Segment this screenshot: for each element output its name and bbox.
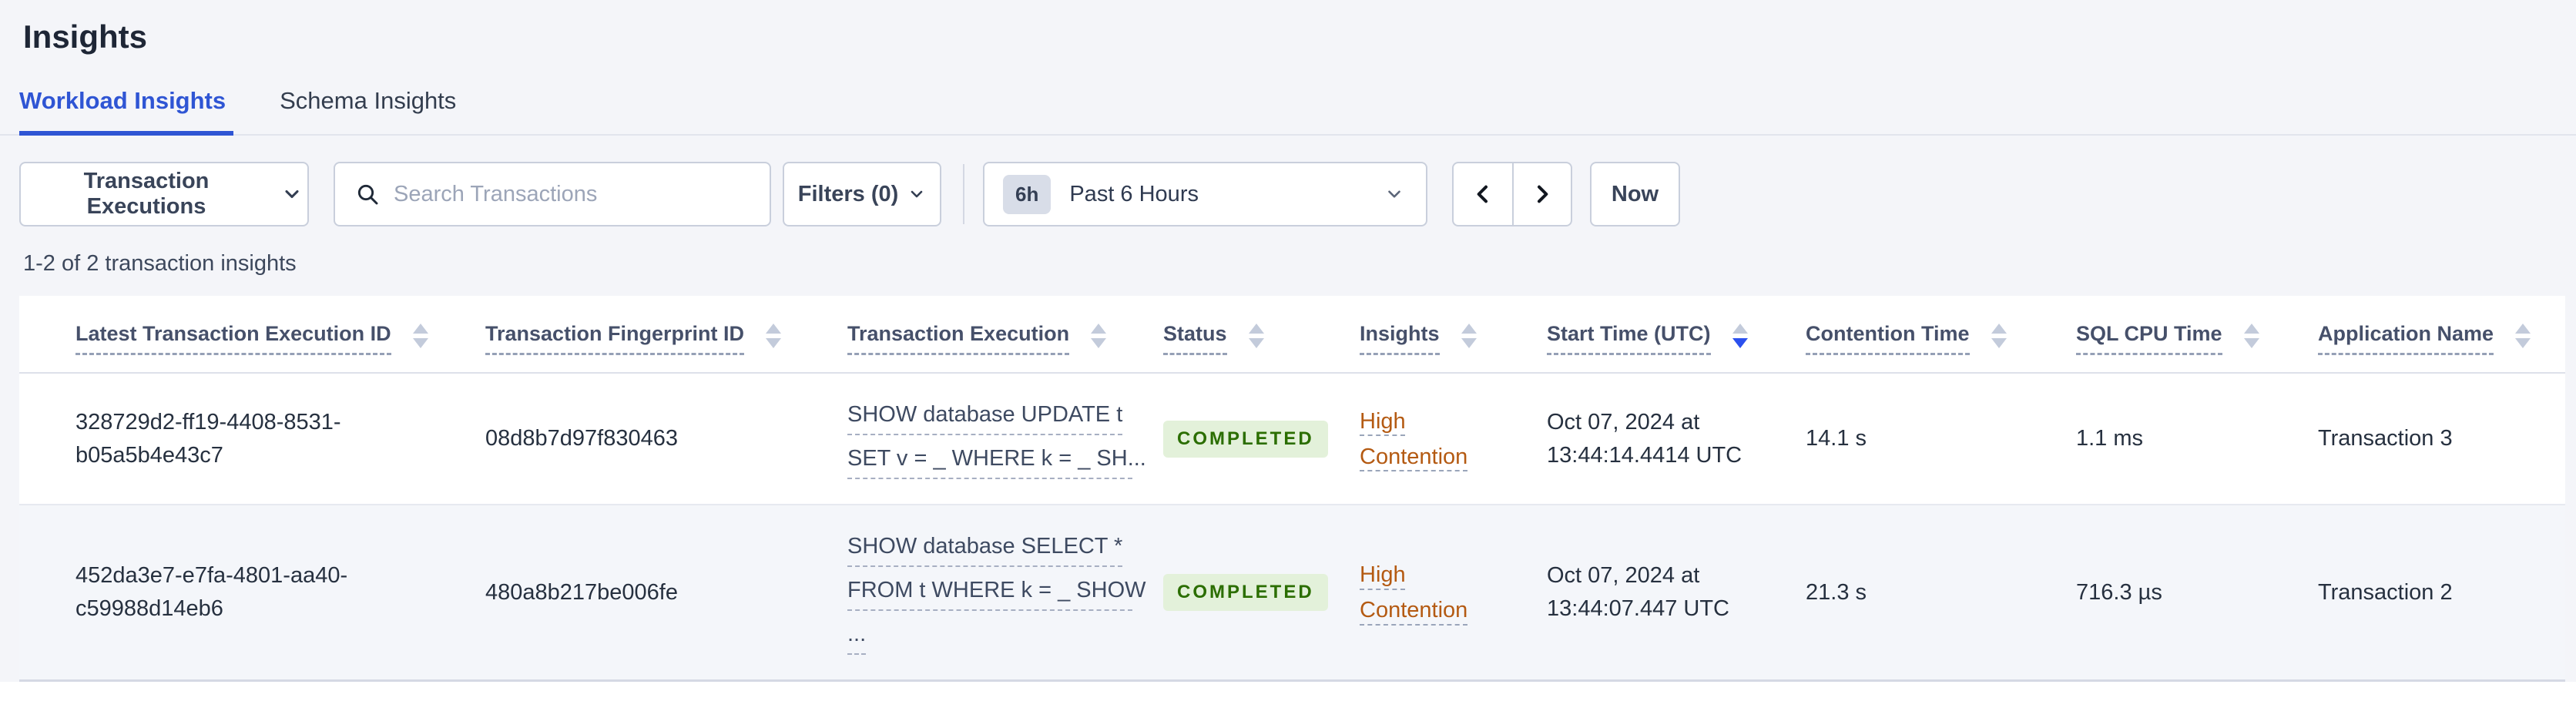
sort-icon — [1091, 323, 1107, 354]
bottom-strip — [0, 682, 2576, 728]
column-header-label[interactable]: Latest Transaction Execution ID — [75, 322, 391, 355]
cell-transaction-execution: SHOW database UPDATE t SET v = _ WHERE k… — [847, 373, 1163, 505]
cell-status: COMPLETED — [1163, 504, 1360, 682]
cell-transaction-execution: SHOW database SELECT * FROM t WHERE k = … — [847, 504, 1163, 682]
column-header-transaction-execution[interactable]: Transaction Execution — [847, 296, 1163, 374]
chevron-left-icon — [1471, 182, 1495, 206]
cell-application-name: Transaction 3 — [2318, 426, 2453, 451]
now-button[interactable]: Now — [1590, 162, 1680, 226]
column-header-start-time[interactable]: Start Time (UTC) — [1547, 296, 1806, 374]
table-row: 452da3e7-e7fa-4801-aa40-c59988d14eb6 480… — [19, 504, 2565, 682]
chevron-right-icon — [1530, 182, 1555, 206]
chevron-down-icon — [907, 185, 926, 203]
status-badge: COMPLETED — [1163, 420, 1328, 458]
cell-sql-cpu-time: 1.1 ms — [2076, 426, 2144, 451]
cell-contention-time: 14.1 s — [1806, 426, 1867, 451]
column-header-label[interactable]: Start Time (UTC) — [1547, 322, 1711, 355]
column-header-sql-cpu-time[interactable]: SQL CPU Time — [2076, 296, 2318, 374]
column-header-insights[interactable]: Insights — [1360, 296, 1547, 374]
column-header-label[interactable]: Insights — [1360, 322, 1440, 355]
column-header-label[interactable]: Transaction Execution — [847, 322, 1070, 355]
cell-fingerprint-id: 480a8b217be006fe — [485, 504, 847, 682]
chevron-down-icon — [281, 183, 303, 205]
sort-icon — [2515, 323, 2531, 354]
cell-application-name: Transaction 2 — [2318, 504, 2565, 682]
time-range-picker[interactable]: 6h Past 6 Hours — [983, 162, 1427, 226]
insight-link[interactable]: High Contention — [1360, 409, 1467, 469]
time-range-nav — [1452, 162, 1572, 226]
statement-link[interactable]: SHOW database SELECT * — [847, 530, 1123, 567]
statement-link[interactable]: SET v = _ WHERE k = _ SH... — [847, 442, 1146, 479]
column-header-label[interactable]: SQL CPU Time — [2076, 322, 2222, 355]
column-header-latest-transaction-execution-id[interactable]: Latest Transaction Execution ID — [19, 296, 485, 374]
search-icon — [355, 182, 380, 206]
insights-table-panel: Latest Transaction Execution ID Transact… — [19, 296, 2565, 682]
column-header-status[interactable]: Status — [1163, 296, 1360, 374]
sort-icon — [1732, 323, 1748, 354]
column-header-label[interactable]: Status — [1163, 322, 1227, 355]
transaction-insights-table: Latest Transaction Execution ID Transact… — [19, 296, 2565, 682]
sort-icon — [1248, 323, 1264, 354]
results-summary: 1-2 of 2 transaction insights — [23, 251, 297, 276]
cell-execution-id: 328729d2-ff19-4408-8531-b05a5b4e43c7 — [75, 409, 341, 468]
insight-type-select-label: Transaction Executions — [83, 169, 210, 219]
search-box — [334, 162, 771, 226]
insight-type-select[interactable]: Transaction Executions — [19, 162, 309, 226]
sort-icon — [2243, 323, 2259, 354]
controls-row: Transaction Executions Filters (0) 6h Pa… — [19, 162, 2576, 226]
table-row: 328729d2-ff19-4408-8531-b05a5b4e43c7 08d… — [19, 373, 2565, 505]
sort-icon — [412, 323, 428, 354]
cell-insights: High Contention — [1360, 504, 1547, 682]
chevron-down-icon — [1384, 184, 1404, 204]
tab-schema-insights[interactable]: Schema Insights — [280, 86, 464, 136]
cell-fingerprint-id: 08d8b7d97f830463 — [485, 426, 678, 451]
cell-execution-id: 452da3e7-e7fa-4801-aa40-c59988d14eb6 — [19, 504, 485, 682]
tab-workload-insights[interactable]: Workload Insights — [19, 86, 234, 136]
cell-contention-time: 21.3 s — [1806, 504, 2076, 682]
tab-bar: Workload Insights Schema Insights — [0, 86, 2576, 136]
sort-icon — [766, 323, 782, 354]
column-header-transaction-fingerprint-id[interactable]: Transaction Fingerprint ID — [485, 296, 847, 374]
cell-status: COMPLETED — [1163, 373, 1360, 505]
statement-link[interactable]: FROM t WHERE k = _ SHOW — [847, 574, 1146, 611]
insight-link[interactable]: High Contention — [1360, 562, 1467, 622]
cell-start-time: Oct 07, 2024 at 13:44:14.4414 UTC — [1547, 409, 1742, 468]
time-range-label: Past 6 Hours — [1069, 181, 1199, 206]
cell-sql-cpu-time: 716.3 µs — [2076, 504, 2318, 682]
cell-insights: High Contention — [1360, 373, 1547, 505]
statement-link[interactable]: ... — [847, 618, 867, 655]
sort-icon — [1461, 323, 1477, 354]
search-input[interactable] — [392, 180, 754, 208]
column-header-label[interactable]: Application Name — [2318, 322, 2494, 355]
column-header-application-name[interactable]: Application Name — [2318, 296, 2565, 374]
page-title: Insights — [23, 18, 148, 55]
table-header-row: Latest Transaction Execution ID Transact… — [19, 296, 2565, 374]
status-badge: COMPLETED — [1163, 574, 1328, 611]
cell-start-time: Oct 07, 2024 at 13:44:07.447 UTC — [1547, 504, 1806, 682]
controls-divider — [963, 164, 964, 224]
column-header-contention-time[interactable]: Contention Time — [1806, 296, 2076, 374]
time-range-prev-button[interactable] — [1454, 163, 1512, 225]
time-range-next-button[interactable] — [1512, 163, 1571, 225]
column-header-label[interactable]: Contention Time — [1806, 322, 1970, 355]
sort-icon — [1991, 323, 2007, 354]
time-range-badge: 6h — [1003, 174, 1052, 214]
filters-button[interactable]: Filters (0) — [783, 162, 941, 226]
filters-button-label: Filters (0) — [797, 181, 899, 206]
column-header-label[interactable]: Transaction Fingerprint ID — [485, 322, 745, 355]
statement-link[interactable]: SHOW database UPDATE t — [847, 398, 1123, 435]
